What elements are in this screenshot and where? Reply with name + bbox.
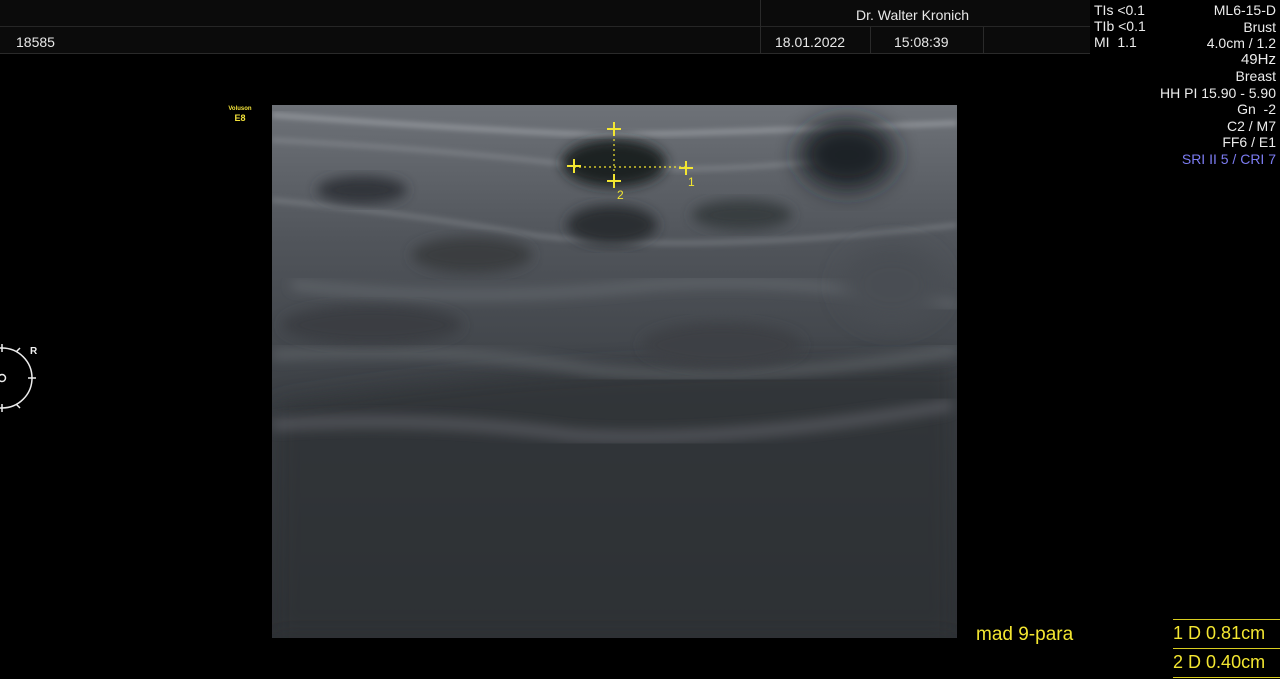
- brand-logo: Voluson E8: [222, 105, 258, 123]
- measurement-label: D: [1188, 652, 1202, 672]
- header-divider: [983, 27, 984, 53]
- measurement-row-1[interactable]: 1 D 0.81cm: [1173, 619, 1280, 649]
- measurement-index: 1: [1173, 623, 1184, 643]
- c-m-setting: C2 / M7: [1226, 117, 1276, 134]
- caliper-label-2: 2: [617, 188, 624, 202]
- sri-cri-setting: SRI II 5 / CRI 7: [1181, 150, 1276, 167]
- annotation-text[interactable]: mad 9-para: [976, 624, 1073, 646]
- depth-setting: 4.0cm / 1.2: [1206, 35, 1276, 51]
- preset-name: Breast: [1235, 68, 1276, 84]
- measurement-label: D: [1188, 623, 1202, 643]
- probe-settings-panel: ML6-15-D Brust 4.0cm / 1.2 49Hz Breast H…: [1096, 2, 1276, 167]
- frame-rate: 49Hz: [1240, 50, 1276, 68]
- measurement-row-2[interactable]: 2 D 0.40cm: [1173, 649, 1280, 678]
- exam-time: 15:08:39: [894, 34, 949, 50]
- doctor-name: Dr. Walter Kronich: [856, 7, 970, 23]
- measurement-value: 0.40cm: [1206, 652, 1266, 672]
- header-divider: [760, 0, 761, 53]
- measurement-index: 2: [1173, 652, 1184, 672]
- hh-pi-setting: HH PI 15.90 - 5.90: [1160, 84, 1276, 101]
- exam-mode: Brust: [1243, 18, 1276, 35]
- header-bar: 18585 Dr. Walter Kronich 18.01.2022 15:0…: [0, 0, 1090, 54]
- probe-name: ML6-15-D: [1213, 2, 1276, 18]
- orientation-label: R: [30, 346, 38, 357]
- brand-line2: E8: [234, 113, 246, 123]
- ultrasound-image[interactable]: 1 2: [272, 105, 957, 638]
- caliper-label-1: 1: [688, 175, 695, 189]
- gain-setting: Gn -2: [1237, 101, 1276, 117]
- exam-date: 18.01.2022: [775, 34, 846, 50]
- ff-e-setting: FF6 / E1: [1222, 134, 1276, 150]
- measurement-value: 0.81cm: [1206, 623, 1266, 643]
- patient-id: 18585: [16, 34, 55, 50]
- header-divider: [870, 27, 871, 53]
